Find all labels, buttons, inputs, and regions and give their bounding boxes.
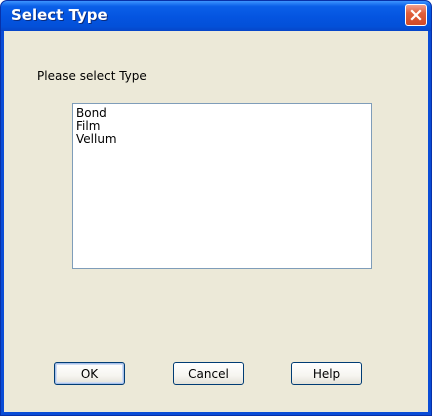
window-title: Select Type	[11, 6, 108, 24]
list-item-bond[interactable]: Bond	[76, 107, 371, 120]
list-item-vellum[interactable]: Vellum	[76, 133, 371, 146]
select-type-dialog: Select Type Please select Type Bond Film…	[0, 0, 432, 416]
type-listbox[interactable]: Bond Film Vellum	[72, 103, 372, 269]
close-button[interactable]	[405, 4, 427, 26]
ok-button[interactable]: OK	[54, 362, 125, 385]
dialog-body: Please select Type Bond Film Vellum OK C…	[4, 31, 428, 412]
prompt-label: Please select Type	[37, 69, 147, 83]
cancel-button[interactable]: Cancel	[173, 362, 244, 385]
help-button[interactable]: Help	[291, 362, 362, 385]
list-item-film[interactable]: Film	[76, 120, 371, 133]
close-icon	[410, 9, 422, 21]
title-bar[interactable]: Select Type	[1, 1, 431, 31]
